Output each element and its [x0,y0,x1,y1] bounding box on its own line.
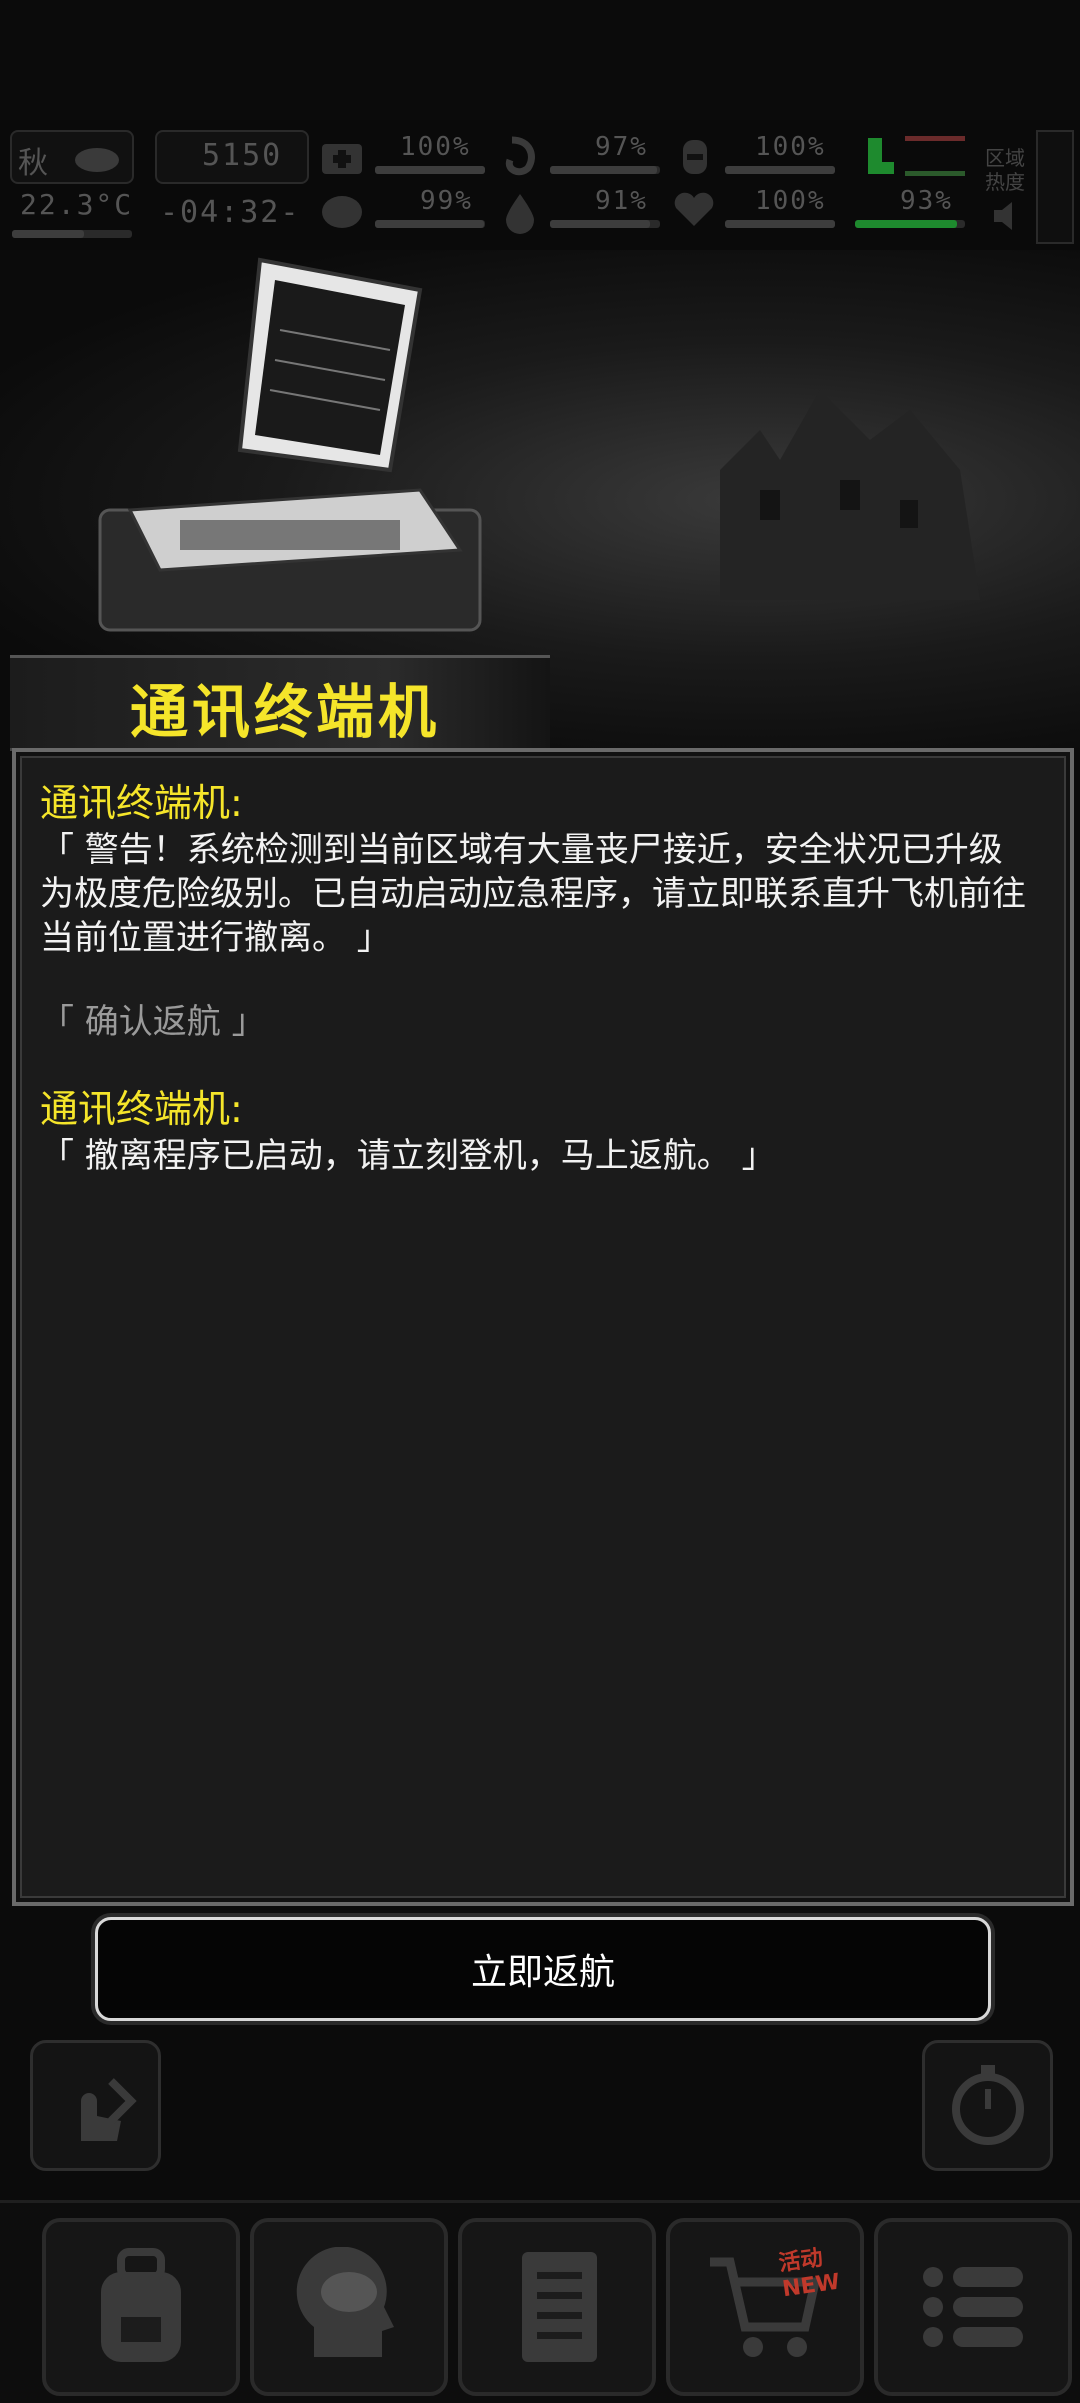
stat-sanity: 99% [420,186,473,216]
heat-label: 热度 [985,170,1025,194]
season-box: 秋 [10,130,134,184]
status-bar: 秋 22.3°C 5150 -04:32- 100% 97% 100% 99% … [0,120,1080,250]
nav-backpack[interactable] [42,2218,240,2396]
temperature: 22.3°C [20,188,134,221]
weather-icon [75,148,119,172]
stat-supply: 100% [755,132,826,162]
day-box: 5150 [155,130,309,184]
nav-journal[interactable] [458,2218,656,2396]
heart-icon [674,192,714,226]
stat-health: 100% [400,132,471,162]
dialog-message: 「 撤离程序已启动，请立刻登机，马上返航。 」 [40,1136,776,1176]
menu-list-icon [923,2267,1023,2347]
return-now-button[interactable]: 立即返航 [95,1917,991,2021]
dialog-choice: 「 确认返航 」 [40,1002,266,1042]
medkit-icon [322,144,362,174]
day-counter: 5150 [202,138,283,173]
tap-gesture-icon [80,2077,137,2141]
timer-button[interactable] [922,2040,1053,2171]
bottom-nav: 活动 NEW [0,2200,1080,2403]
stomach-icon [505,136,535,176]
stat-hunger: 97% [595,132,648,162]
dialog-speaker: 通讯终端机: [40,1087,243,1131]
hydration-gauge [905,136,965,176]
dialog-message: 「 警告！系统检测到当前区域有大量丧尸接近，安全状况已升级为极度危险级别。已自动… [40,830,1026,958]
water-drop-icon [506,194,534,234]
stat-thirst: 91% [595,186,648,216]
nav-menu[interactable] [874,2218,1072,2396]
season-label: 秋 [18,146,50,181]
bottle-icon [683,140,707,174]
event-new-badge: 活动 NEW [777,2245,842,2303]
event-title: 通讯终端机 [130,678,441,746]
boot-icon [868,138,894,174]
stat-stamina: 93% [900,186,953,216]
stopwatch-icon [951,2064,1024,2145]
auto-action-button[interactable] [30,2040,161,2171]
brain-icon [322,196,362,228]
clock: -04:32- [160,195,301,230]
nav-shop[interactable]: 活动 NEW [666,2218,864,2396]
laptop-terminal-illustration [98,257,482,632]
stat-mood: 100% [755,186,826,216]
speaker-icon[interactable] [990,198,1026,234]
head-brain-icon [296,2247,394,2357]
dialog-log: 通讯终端机: 「 警告！系统检测到当前区域有大量丧尸接近，安全状况已升级为极度危… [40,778,1030,1178]
region-heat-meter [1036,130,1074,244]
ruined-building-illustration [720,390,980,600]
notebook-icon [522,2252,597,2362]
backpack-icon [101,2248,181,2362]
dialog-speaker: 通讯终端机: [40,781,243,825]
nav-skills[interactable] [250,2218,448,2396]
